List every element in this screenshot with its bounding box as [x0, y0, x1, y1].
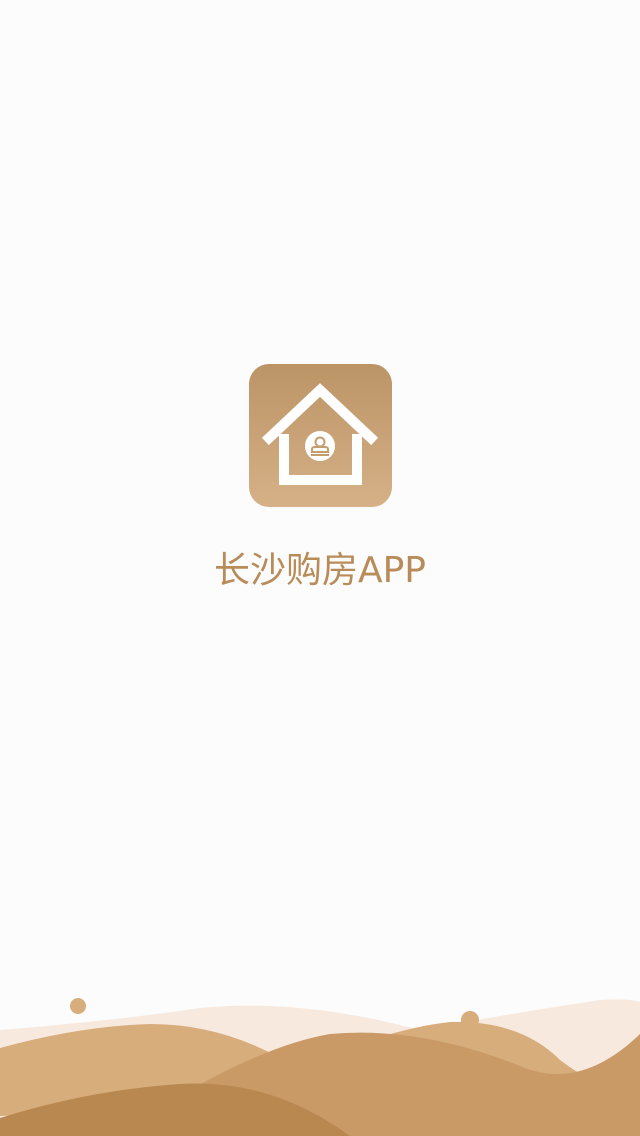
house-with-seal-icon [261, 383, 379, 485]
decor-dot-left [70, 998, 86, 1014]
decor-dot-right [461, 1011, 479, 1029]
decorative-hills [0, 998, 640, 1136]
splash-screen: 长沙购房APP [0, 0, 640, 1136]
app-logo [249, 364, 392, 507]
app-title: 长沙购房APP [213, 550, 427, 591]
